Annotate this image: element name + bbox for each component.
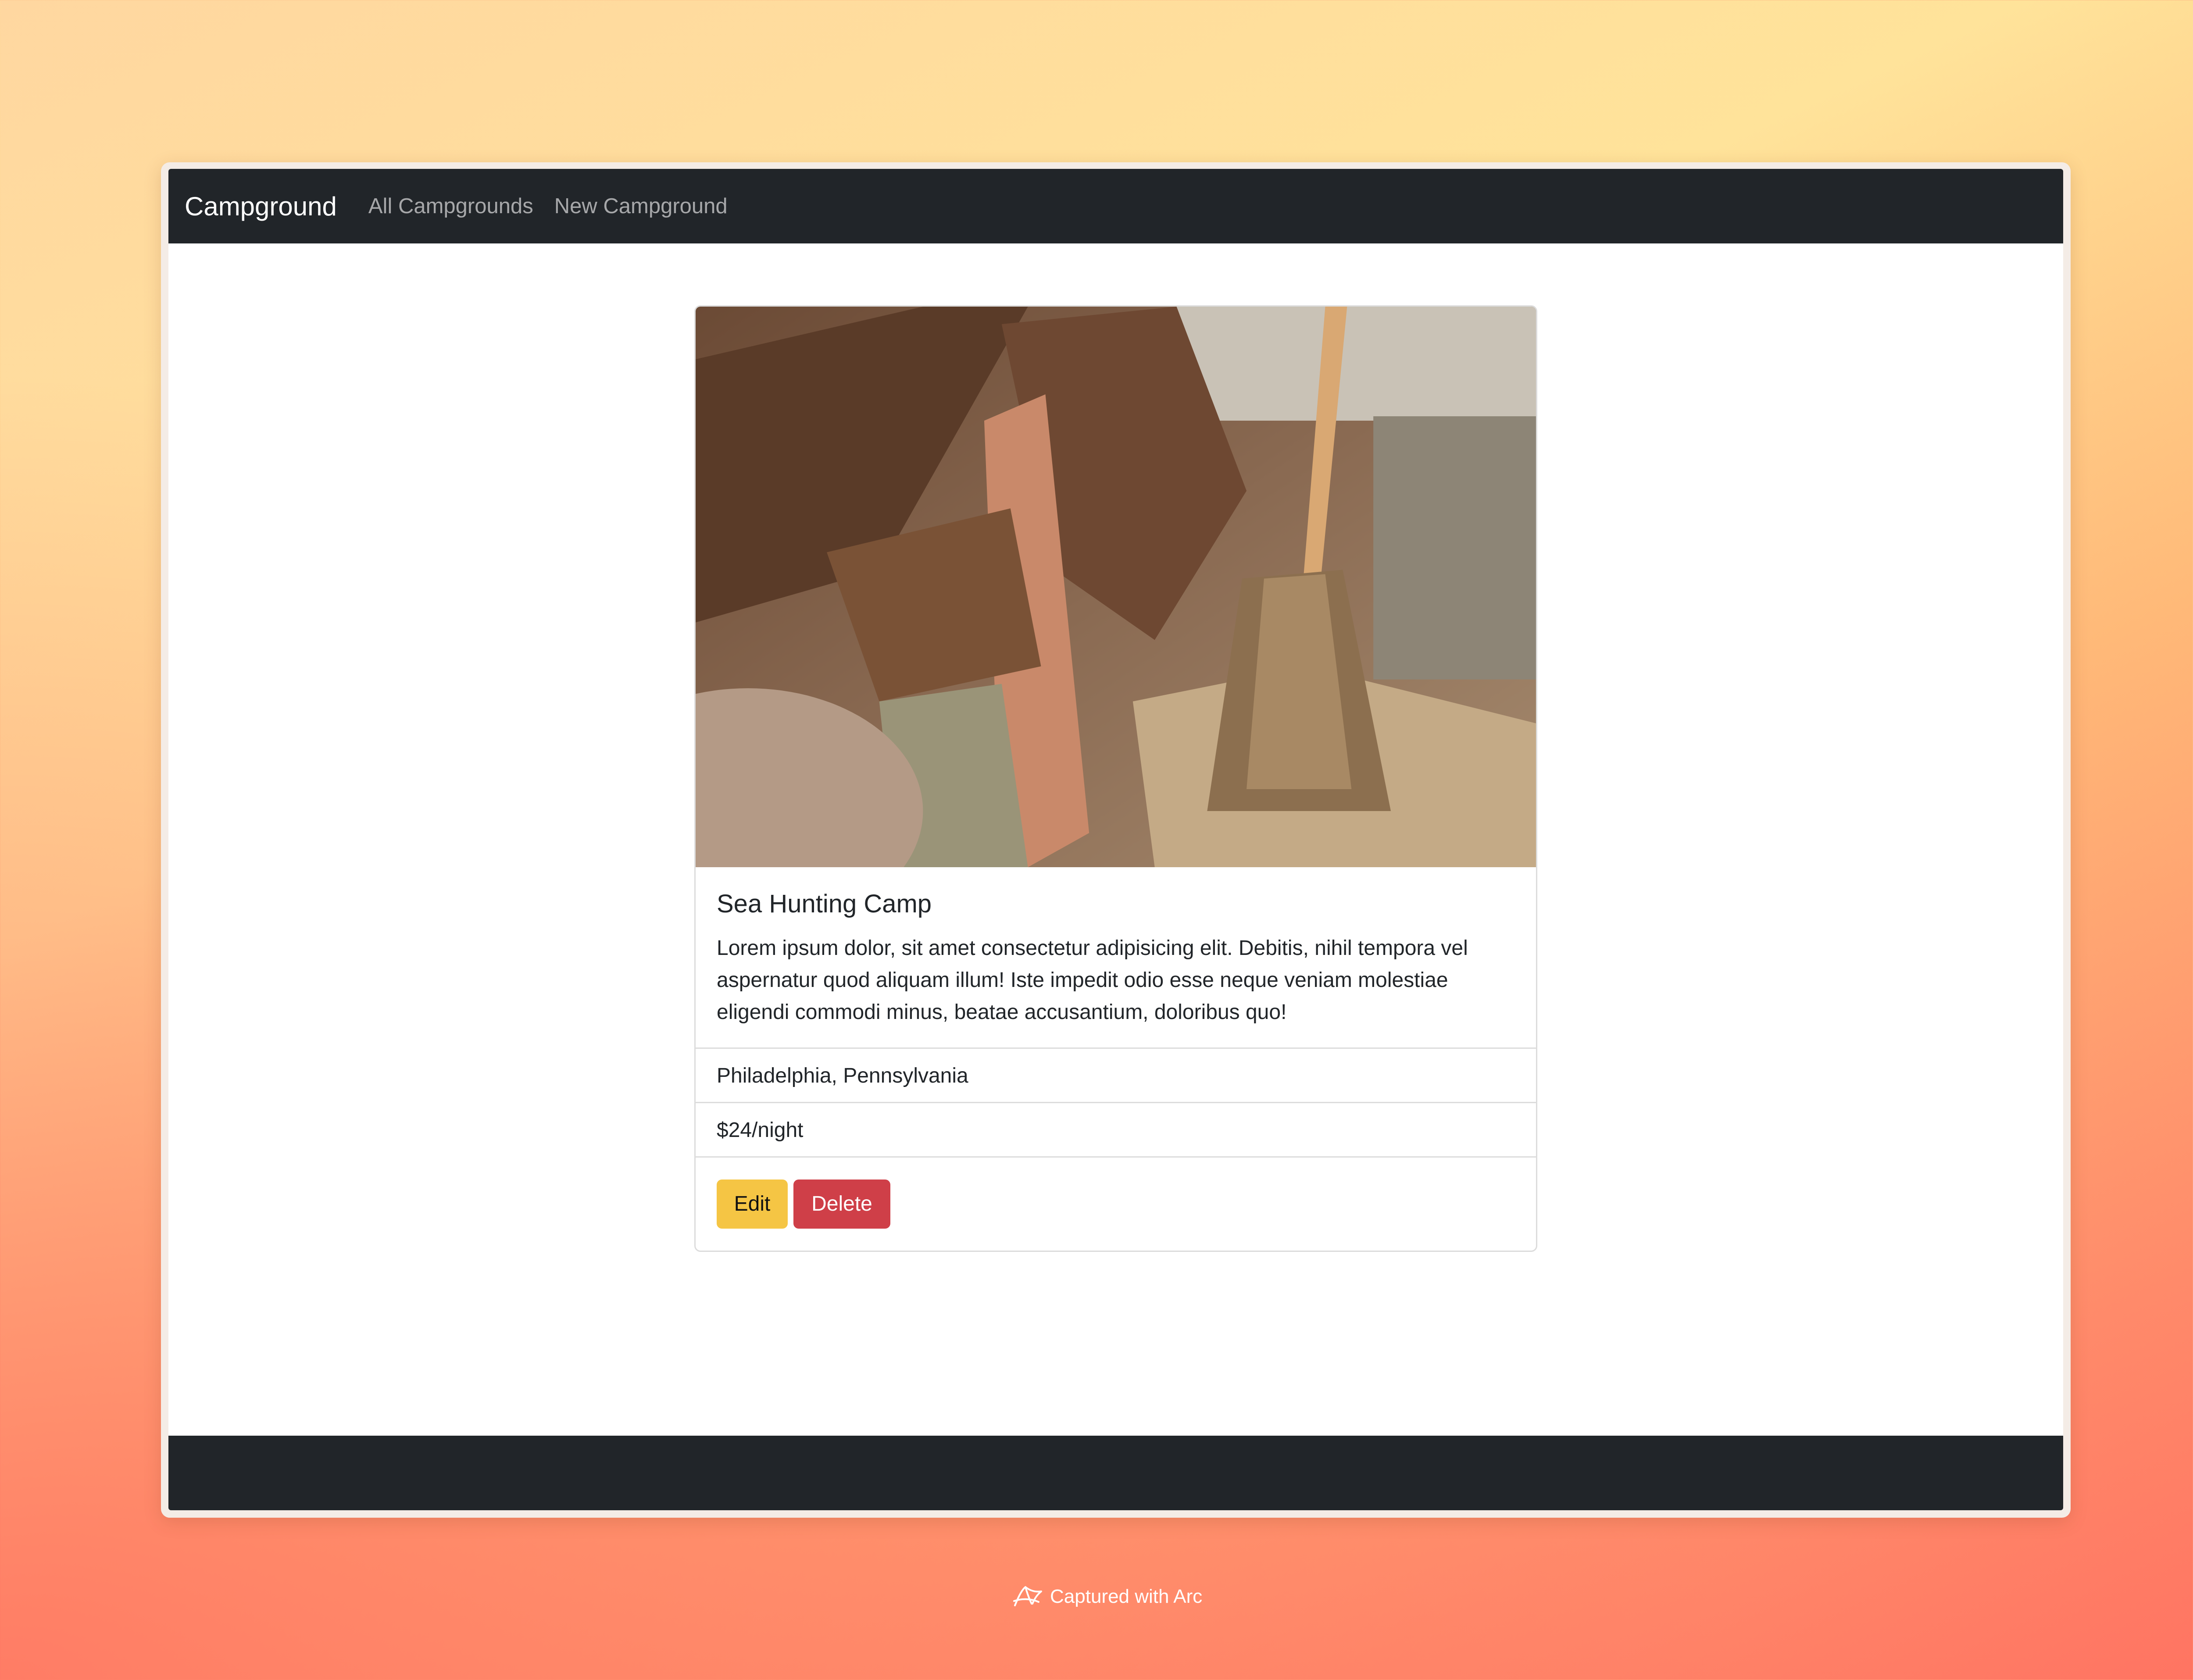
captured-with-arc: Captured with Arc	[1012, 1581, 1202, 1612]
campground-description: Lorem ipsum dolor, sit amet consectetur …	[717, 937, 1468, 1024]
campground-photo-icon	[696, 307, 1536, 867]
browser-window: Campground All Campgrounds New Campgroun…	[161, 162, 2071, 1518]
card-body: Sea Hunting Camp Lorem ipsum dolor, sit …	[696, 867, 1536, 1049]
price-text: $24/night	[717, 1119, 804, 1142]
watermark-text: Captured with Arc	[1050, 1586, 1203, 1607]
nav-link-new-campground[interactable]: New Campground	[554, 194, 728, 218]
navbar-brand[interactable]: Campground	[185, 191, 337, 222]
arc-logo-icon	[1013, 1586, 1042, 1606]
campground-title: Sea Hunting Camp	[717, 890, 932, 918]
nav-link-all-campgrounds[interactable]: All Campgrounds	[368, 194, 533, 218]
campground-location: Philadelphia, Pennsylvania	[696, 1049, 1536, 1103]
location-text: Philadelphia, Pennsylvania	[717, 1064, 968, 1087]
navbar: Campground All Campgrounds New Campgroun…	[168, 169, 2063, 243]
campground-card: Sea Hunting Camp Lorem ipsum dolor, sit …	[694, 305, 1537, 1252]
card-actions: Edit Delete	[696, 1158, 1536, 1251]
page-footer	[168, 1436, 2063, 1510]
edit-button[interactable]: Edit	[717, 1180, 788, 1229]
campground-price: $24/night	[696, 1103, 1536, 1158]
page-viewport: Campground All Campgrounds New Campgroun…	[168, 169, 2063, 1510]
delete-button[interactable]: Delete	[793, 1180, 890, 1229]
